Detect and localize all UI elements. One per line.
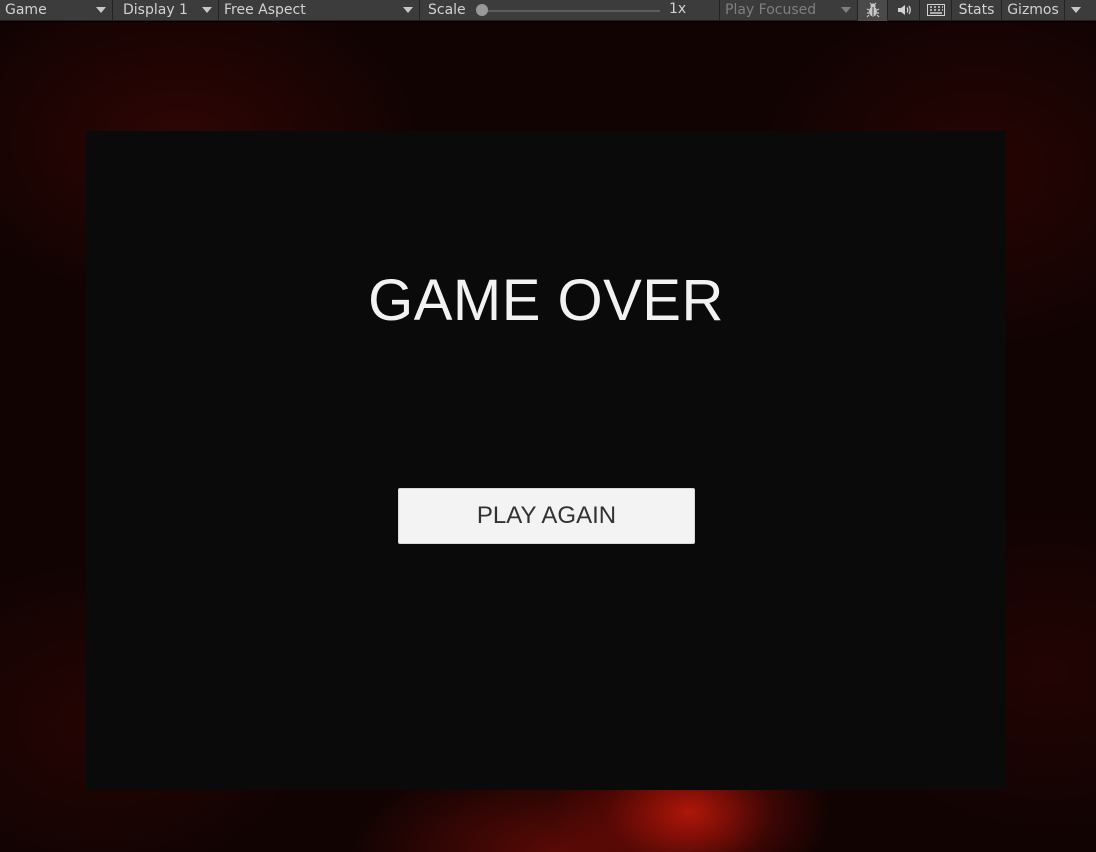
bug-toggle-button[interactable]: [858, 0, 888, 21]
game-over-title: GAME OVER: [368, 268, 724, 333]
aspect-dropdown[interactable]: Free Aspect: [219, 0, 420, 21]
view-dropdown-label: Game: [5, 2, 47, 18]
display-dropdown[interactable]: Display 1: [113, 0, 219, 21]
scale-label: Scale: [428, 2, 466, 18]
view-dropdown[interactable]: Game: [0, 0, 113, 21]
chevron-down-icon: [841, 6, 851, 13]
gizmos-label: Gizmos: [1007, 2, 1059, 18]
scale-slider-handle[interactable]: [476, 3, 488, 16]
play-mode-dropdown[interactable]: Play Focused: [720, 0, 858, 21]
game-view-toolbar: Game Display 1 Free Aspect Scale 1x Play…: [0, 0, 1096, 21]
chevron-down-icon: [96, 6, 106, 13]
stats-label: Stats: [958, 2, 995, 18]
chevron-down-icon: [202, 6, 212, 13]
speaker-icon: [897, 5, 911, 15]
scale-control: Scale 1x: [420, 0, 720, 21]
gizmos-button[interactable]: Gizmos: [1002, 0, 1064, 21]
game-viewport: GAME OVER PLAY AGAIN: [0, 22, 1096, 852]
bug-icon: [866, 2, 879, 18]
stats-button[interactable]: Stats: [952, 0, 1002, 21]
play-mode-label: Play Focused: [725, 2, 817, 18]
keyboard-icon: [926, 4, 945, 16]
scale-value: 1x: [669, 0, 687, 17]
chevron-down-icon: [1071, 6, 1081, 13]
game-over-panel: GAME OVER PLAY AGAIN: [86, 131, 1006, 790]
chevron-down-icon: [403, 6, 413, 13]
gizmos-dropdown[interactable]: [1064, 0, 1088, 21]
mute-audio-button[interactable]: [888, 0, 920, 21]
scale-slider-track[interactable]: [482, 9, 660, 12]
play-again-button[interactable]: PLAY AGAIN: [398, 488, 695, 544]
shortcuts-button[interactable]: [920, 0, 952, 21]
display-dropdown-label: Display 1: [123, 2, 188, 18]
aspect-dropdown-label: Free Aspect: [224, 2, 306, 18]
